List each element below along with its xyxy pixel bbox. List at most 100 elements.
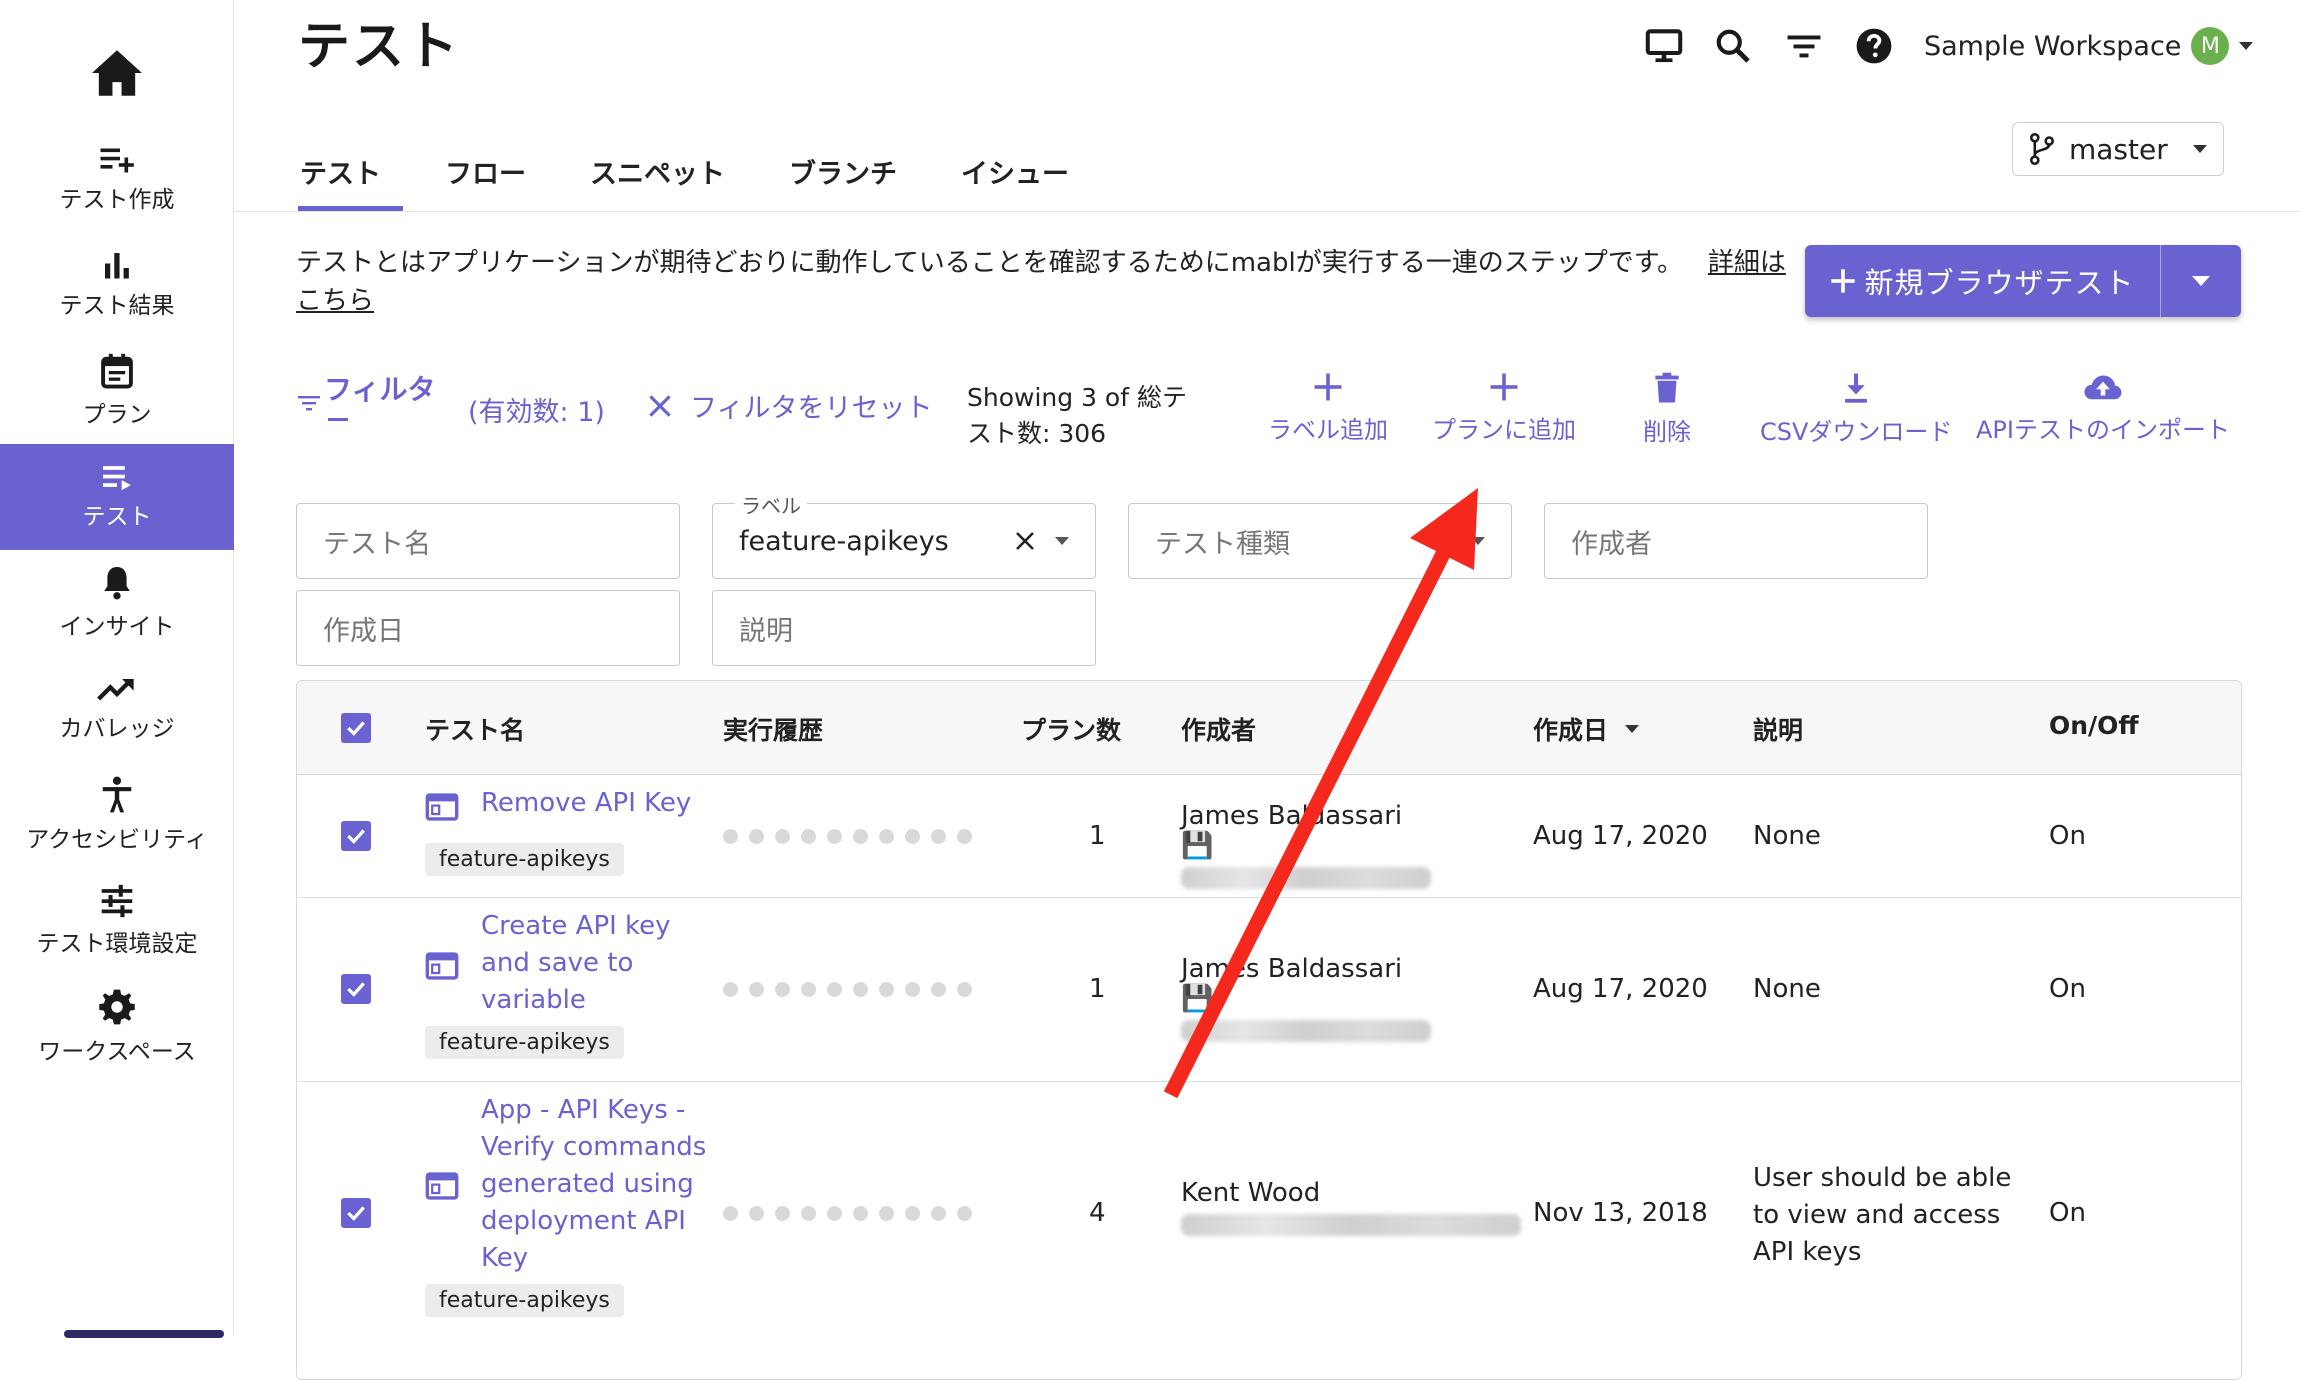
sidebar-item-insights[interactable]: インサイト (0, 550, 234, 656)
filter-list-button[interactable] (1780, 22, 1828, 70)
on-off-status[interactable]: On (2049, 821, 2086, 851)
table-row[interactable]: App - API Keys - Verify commands generat… (297, 1082, 2241, 1381)
row-checkbox[interactable] (341, 1198, 371, 1228)
column-header-plan-count[interactable]: プラン数 (1021, 711, 1121, 747)
sidebar-item-plans[interactable]: プラン (0, 338, 234, 444)
sidebar-bottom-bar (64, 1330, 224, 1338)
test-name-link[interactable]: App - API Keys - Verify commands generat… (481, 1092, 711, 1277)
column-header-description[interactable]: 説明 (1753, 711, 1803, 747)
label-filter[interactable]: ラベル feature-apikeys (712, 490, 1096, 579)
label-tag[interactable]: feature-apikeys (425, 1284, 624, 1317)
table-row[interactable]: Create API key and save to variable feat… (297, 898, 2241, 1082)
sidebar-item-label: アクセシビリティ (26, 827, 208, 853)
tab-bar: テスト フロー スニペット ブランチ イシュー (268, 130, 1101, 212)
reset-filter-label: フィルタをリセット (690, 393, 933, 424)
sliders-icon (101, 884, 133, 918)
column-header-author[interactable]: 作成者 (1181, 711, 1256, 747)
add-to-plan-label: プランに追加 (1432, 416, 1576, 444)
search-button[interactable] (1709, 22, 1757, 70)
csv-download-button[interactable]: CSVダウンロード (1760, 372, 1952, 447)
created-date-filter[interactable]: 作成日 (296, 590, 680, 666)
select-all-checkbox[interactable] (341, 713, 371, 743)
plus-icon (1490, 373, 1518, 401)
workspace-switcher[interactable]: Sample Workspace M (1924, 22, 2254, 70)
tab-issues[interactable]: イシュー (929, 130, 1101, 212)
help-button[interactable] (1850, 22, 1898, 70)
label-tag[interactable]: feature-apikeys (425, 1026, 624, 1059)
delete-button[interactable]: 削除 (1643, 372, 1691, 447)
active-filter-count: (有効数: 1) (468, 397, 605, 428)
monitor-icon (1645, 29, 1683, 63)
on-off-status[interactable]: On (2049, 1198, 2086, 1228)
help-icon (1856, 28, 1892, 64)
run-history-dots (723, 982, 972, 997)
plan-count-link[interactable]: 1 (1089, 974, 1106, 1004)
author-name: Kent Wood (1181, 1178, 1321, 1208)
tests-table: テスト名 実行履歴 プラン数 作成者 作成日 説明 On/Off Remove … (296, 680, 2242, 1380)
label-tag[interactable]: feature-apikeys (425, 843, 624, 876)
table-header: テスト名 実行履歴 プラン数 作成者 作成日 説明 On/Off (297, 681, 2241, 775)
save-icon: 💾 (1181, 984, 1214, 1014)
row-checkbox[interactable] (341, 974, 371, 1004)
author-name: James Baldassari (1181, 954, 1403, 984)
check-icon (347, 1206, 365, 1221)
new-browser-test-button[interactable]: 新規ブラウザテスト (1805, 245, 2241, 317)
created-date: Aug 17, 2020 (1533, 974, 1708, 1004)
plan-count-link[interactable]: 1 (1089, 821, 1106, 851)
tab-branches[interactable]: ブランチ (757, 130, 929, 212)
chevron-down-icon[interactable] (1055, 537, 1069, 545)
gear-icon (99, 989, 135, 1025)
clear-icon[interactable] (1015, 531, 1035, 551)
test-name-link[interactable]: Create API key and save to variable (481, 908, 691, 1019)
test-name-filter[interactable]: テスト名 (296, 503, 680, 579)
column-header-test-name[interactable]: テスト名 (425, 711, 525, 747)
sidebar-item-tests[interactable]: テスト (0, 444, 234, 550)
created-date: Aug 17, 2020 (1533, 821, 1708, 851)
cloud-upload-icon (2084, 375, 2122, 400)
sort-desc-icon (1625, 725, 1639, 733)
sidebar-item-test-results[interactable]: テスト結果 (0, 232, 234, 338)
redacted-email (1181, 1020, 1431, 1042)
description-cell: User should be able to view and access A… (1753, 1163, 2012, 1267)
tab-snippets[interactable]: スニペット (558, 130, 757, 212)
description-text: テストとはアプリケーションが期待どおりに動作していることを確認するためにmabl… (296, 248, 1684, 278)
home-link[interactable] (0, 38, 234, 108)
avatar: M (2191, 27, 2230, 65)
branch-select[interactable]: master (2012, 122, 2224, 176)
sidebar-item-create-test[interactable]: テスト作成 (0, 126, 234, 232)
import-api-test-label: APIテストのインポート (1976, 416, 2230, 444)
add-label-label: ラベル追加 (1268, 416, 1388, 444)
test-name-link[interactable]: Remove API Key (481, 785, 711, 822)
sidebar-item-coverage[interactable]: カバレッジ (0, 656, 234, 762)
sidebar-item-label: テスト (82, 504, 152, 530)
plus-icon (1314, 373, 1342, 401)
import-api-test-button[interactable]: APIテストのインポート (1976, 372, 2230, 445)
table-row[interactable]: Remove API Key feature-apikeys 1 James B… (297, 775, 2241, 898)
sidebar-item-accessibility[interactable]: アクセシビリティ (0, 762, 234, 868)
monitor-button[interactable] (1640, 22, 1688, 70)
column-header-created[interactable]: 作成日 (1533, 711, 1608, 747)
sidebar-item-environment-settings[interactable]: テスト環境設定 (0, 868, 234, 974)
test-type-filter[interactable]: テスト種類 (1128, 503, 1512, 579)
new-browser-test-label: 新規ブラウザテスト (1864, 266, 2135, 300)
download-icon (1845, 373, 1868, 403)
author-filter[interactable]: 作成者 (1544, 503, 1928, 579)
reset-filter-button[interactable]: フィルタをリセット (648, 386, 932, 425)
add-to-plan-button[interactable]: プランに追加 (1432, 372, 1576, 445)
filter-toggle-button[interactable]: フィルタ (296, 368, 436, 432)
column-header-run-history: 実行履歴 (723, 716, 824, 745)
add-label-button[interactable]: ラベル追加 (1268, 372, 1388, 445)
new-browser-test-main[interactable]: 新規ブラウザテスト (1805, 245, 2160, 317)
close-icon (649, 394, 671, 417)
column-header-on-off[interactable]: On/Off (2049, 711, 2139, 740)
on-off-status[interactable]: On (2049, 974, 2086, 1004)
row-checkbox[interactable] (341, 821, 371, 851)
delete-label: 削除 (1643, 418, 1691, 446)
plan-count-link[interactable]: 4 (1089, 1198, 1106, 1228)
tab-tests[interactable]: テスト (268, 130, 413, 212)
home-icon (92, 50, 142, 96)
sidebar-item-workspace[interactable]: ワークスペース (0, 974, 234, 1080)
tab-flows[interactable]: フロー (413, 130, 558, 212)
description-filter[interactable]: 説明 (712, 590, 1096, 666)
new-test-dropdown-button[interactable] (2161, 245, 2241, 317)
